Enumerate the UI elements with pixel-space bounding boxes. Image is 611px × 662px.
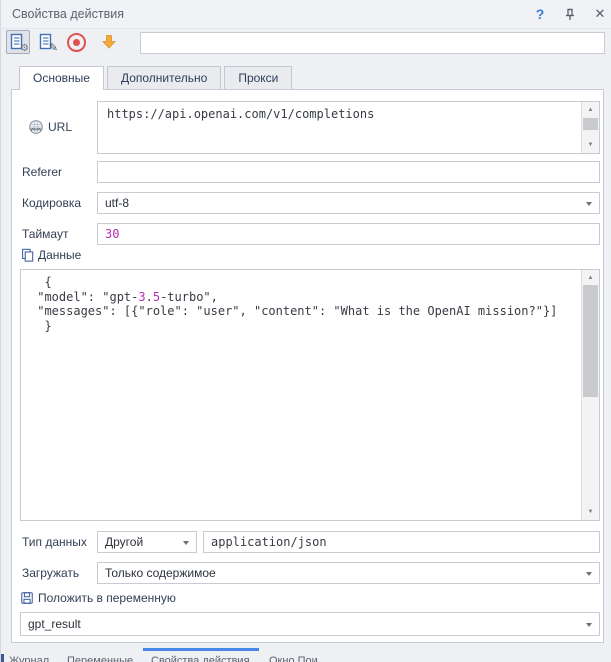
- dock-icon-fragment: [1, 654, 4, 662]
- run-button[interactable]: [97, 30, 121, 54]
- scroll-down-icon[interactable]: ▼: [582, 138, 599, 152]
- url-value: https://api.openai.com/v1/completions: [98, 102, 599, 127]
- content-type-value: application/json: [211, 535, 327, 549]
- help-icon[interactable]: ?: [531, 5, 549, 23]
- url-field[interactable]: https://api.openai.com/v1/completions ▲ …: [97, 101, 600, 154]
- dock-tab-strip: Журнал Переменные Свойства действия Окно…: [1, 653, 611, 662]
- panel-title: Свойства действия: [12, 7, 124, 21]
- data-type-value: Другой: [105, 535, 143, 549]
- load-mode-select[interactable]: Только содержимое: [97, 562, 600, 584]
- data-scrollbar-thumb[interactable]: [583, 285, 598, 397]
- active-dock-tab-indicator: [143, 648, 259, 651]
- tab-page-main: www URL https://api.openai.com/v1/comple…: [11, 89, 604, 643]
- referer-label: Referer: [22, 165, 62, 179]
- timeout-value: 30: [105, 227, 119, 241]
- action-properties-panel: Свойства действия ? ✕ ⚙: [0, 0, 611, 662]
- url-scrollbar[interactable]: ▲ ▼: [581, 102, 599, 153]
- encoding-value: utf-8: [105, 196, 129, 210]
- dock-tab[interactable]: Свойства действия: [151, 655, 250, 662]
- data-label-text: Данные: [38, 248, 81, 262]
- tab-main-label: Основные: [33, 71, 90, 85]
- document-pencil-icon: ✎: [38, 33, 56, 51]
- tab-proxy[interactable]: Прокси: [224, 66, 292, 89]
- data-type-label: Тип данных: [22, 535, 87, 549]
- save-floppy-icon: [20, 591, 34, 605]
- chevron-down-icon: [586, 202, 592, 206]
- tab-proxy-label: Прокси: [238, 71, 278, 85]
- toolbar: ⚙ ✎: [1, 28, 611, 62]
- globe-www-icon: www: [28, 119, 44, 135]
- url-label: www URL: [28, 119, 72, 135]
- svg-text:www: www: [30, 126, 42, 131]
- chevron-down-icon: [586, 623, 592, 627]
- dock-tab[interactable]: Окно Пои: [269, 655, 318, 662]
- tab-additional-label: Дополнительно: [121, 71, 207, 85]
- load-mode-label: Загружать: [22, 566, 79, 580]
- chevron-down-icon: [183, 541, 189, 545]
- data-scrollbar[interactable]: ▲ ▼: [581, 270, 599, 520]
- load-mode-value: Только содержимое: [105, 566, 216, 580]
- scroll-up-icon[interactable]: ▲: [582, 271, 599, 285]
- action-settings-button[interactable]: ⚙: [6, 30, 30, 54]
- store-variable-value: gpt_result: [28, 617, 81, 631]
- encoding-select[interactable]: utf-8: [97, 192, 600, 214]
- timeout-label: Таймаут: [22, 227, 68, 241]
- timeout-input[interactable]: 30: [97, 223, 600, 245]
- close-icon[interactable]: ✕: [591, 5, 609, 23]
- data-editor-lines: { "model": "gpt-3.5-turbo", "messages": …: [21, 270, 599, 338]
- encoding-label: Кодировка: [22, 196, 81, 210]
- scroll-up-icon[interactable]: ▲: [582, 103, 599, 117]
- panel-titlebar: Свойства действия ? ✕: [1, 0, 611, 29]
- down-arrow-icon: [100, 33, 118, 51]
- action-edit-button[interactable]: ✎: [35, 30, 59, 54]
- data-type-select[interactable]: Другой: [97, 531, 197, 553]
- action-name-input[interactable]: [140, 32, 605, 54]
- content-type-input[interactable]: application/json: [203, 531, 600, 553]
- store-variable-label: Положить в переменную: [20, 591, 176, 605]
- url-scrollbar-thumb[interactable]: [583, 118, 598, 130]
- store-variable-combo[interactable]: gpt_result: [20, 612, 600, 636]
- tab-additional[interactable]: Дополнительно: [107, 66, 221, 89]
- data-editor[interactable]: { "model": "gpt-3.5-turbo", "messages": …: [20, 269, 600, 521]
- url-label-text: URL: [48, 120, 72, 134]
- pin-icon[interactable]: [561, 5, 579, 23]
- data-label: Данные: [20, 248, 81, 262]
- copy-pages-icon: [20, 248, 34, 262]
- referer-input[interactable]: [97, 161, 600, 183]
- document-gear-icon: ⚙: [9, 33, 27, 51]
- dock-tab[interactable]: Журнал: [9, 655, 49, 662]
- record-icon: [67, 33, 86, 52]
- store-variable-label-text: Положить в переменную: [38, 591, 176, 605]
- record-button[interactable]: [64, 30, 88, 54]
- dock-tab[interactable]: Переменные: [67, 655, 133, 662]
- scroll-down-icon[interactable]: ▼: [582, 505, 599, 519]
- tab-strip: Основные Дополнительно Прокси: [19, 66, 292, 90]
- tab-main[interactable]: Основные: [19, 66, 104, 90]
- chevron-down-icon: [586, 572, 592, 576]
